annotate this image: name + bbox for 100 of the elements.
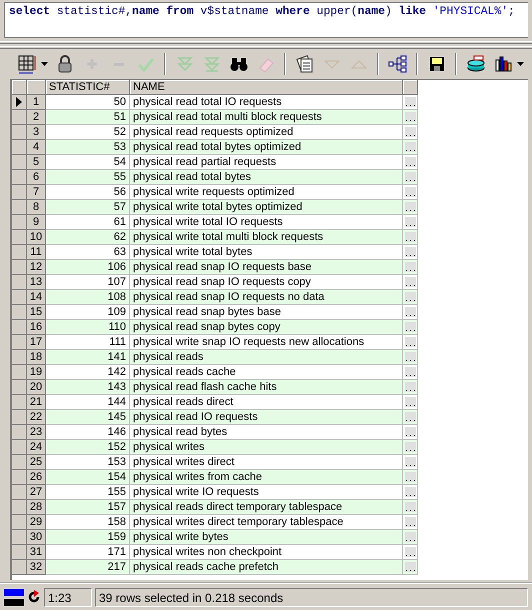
ellipsis-button[interactable] (404, 322, 416, 332)
ellipsis-button[interactable] (404, 112, 416, 122)
table-cell: 51 (46, 110, 130, 125)
row-number: 10 (27, 230, 46, 245)
sql-query: select statistic#,name from v$statname where upper(name) like 'PHYSICAL%'; (9, 6, 516, 18)
row-number: 6 (27, 170, 46, 185)
caret-icon (40, 62, 48, 66)
ellipsis-button[interactable] (404, 382, 416, 392)
table-cell: physical read snap bytes copy (130, 320, 403, 335)
ellipsis-button[interactable] (404, 367, 416, 377)
ellipsis-button[interactable] (404, 562, 416, 572)
ellipsis-button[interactable] (404, 277, 416, 287)
ellipsis-button[interactable] (404, 202, 416, 212)
ellipsis-button[interactable] (404, 232, 416, 242)
table-cell: physical read total bytes (130, 170, 403, 185)
table-cell: physical read snap IO requests base (130, 260, 403, 275)
row-number: 3 (27, 125, 46, 140)
ellipsis-button[interactable] (404, 307, 416, 317)
row-number: 30 (27, 530, 46, 545)
ellipsis-button[interactable] (404, 457, 416, 467)
table-cell: physical writes non checkpoint (130, 545, 403, 560)
row-number: 2 (27, 110, 46, 125)
table-cell: physical write total IO requests (130, 215, 403, 230)
column-header[interactable]: STATISTIC# (46, 80, 130, 95)
table-cell: physical writes direct (130, 455, 403, 470)
ellipsis-button[interactable] (404, 292, 416, 302)
ellipsis-button[interactable] (404, 127, 416, 137)
table-cell: 155 (46, 485, 130, 500)
table-cell: physical read flash cache hits (130, 380, 403, 395)
table-cell: physical write total bytes optimized (130, 200, 403, 215)
table-cell: physical read snap IO requests no data (130, 290, 403, 305)
ellipsis-button[interactable] (404, 427, 416, 437)
table-cell: physical read total IO requests (130, 95, 403, 110)
ellipsis-button[interactable] (404, 502, 416, 512)
row-number: 4 (27, 140, 46, 155)
ellipsis-button[interactable] (404, 142, 416, 152)
table-cell: 107 (46, 275, 130, 290)
row-indicator[interactable] (12, 95, 27, 110)
table-cell: 146 (46, 425, 130, 440)
row-number: 12 (27, 260, 46, 275)
row-number: 7 (27, 185, 46, 200)
ellipsis-button[interactable] (404, 397, 416, 407)
caret-icon (516, 62, 524, 66)
table-cell: 110 (46, 320, 130, 335)
ellipsis-button[interactable] (404, 217, 416, 227)
ellipsis-button[interactable] (404, 517, 416, 527)
table-cell: 217 (46, 560, 130, 575)
row-number: 11 (27, 245, 46, 260)
table-cell: physical reads (130, 350, 403, 365)
column-header[interactable]: NAME (130, 80, 403, 95)
row-number: 31 (27, 545, 46, 560)
table-cell: 157 (46, 500, 130, 515)
table-cell: 61 (46, 215, 130, 230)
row-number: 17 (27, 335, 46, 350)
ellipsis-button[interactable] (404, 442, 416, 452)
table-cell: 106 (46, 260, 130, 275)
row-number: 26 (27, 470, 46, 485)
table-cell: 57 (46, 200, 130, 215)
row-number: 32 (27, 560, 46, 575)
table-cell: physical reads cache (130, 365, 403, 380)
table-cell: 55 (46, 170, 130, 185)
table-cell: 108 (46, 290, 130, 305)
table-cell: 63 (46, 245, 130, 260)
ellipsis-button[interactable] (404, 187, 416, 197)
row-number: 15 (27, 305, 46, 320)
row-number: 8 (27, 200, 46, 215)
status-message: 39 rows selected in 0.218 seconds (95, 588, 528, 606)
ellipsis-button[interactable] (404, 157, 416, 167)
table-cell: physical writes direct temporary tablespace (130, 515, 403, 530)
ellipsis-button[interactable] (404, 412, 416, 422)
table-cell: physical read total bytes optimized (130, 140, 403, 155)
row-number: 1 (27, 95, 46, 110)
sql-editor[interactable]: select statistic#,name from v$statname where upper(name) like 'PHYSICAL%'; (4, 2, 528, 38)
cursor-position: 1:23 (44, 588, 92, 606)
ellipsis-button[interactable] (404, 487, 416, 497)
ellipsis-button[interactable] (404, 472, 416, 482)
table-cell: 50 (46, 95, 130, 110)
ellipsis-button[interactable] (404, 262, 416, 272)
table-cell: 158 (46, 515, 130, 530)
table-cell: physical read total multi block requests (130, 110, 403, 125)
row-number: 22 (27, 410, 46, 425)
row-number: 29 (27, 515, 46, 530)
table-cell: physical read snap bytes base (130, 305, 403, 320)
table-cell: physical reads direct (130, 395, 403, 410)
ellipsis-button[interactable] (404, 337, 416, 347)
ellipsis-button[interactable] (404, 547, 416, 557)
table-cell: 153 (46, 455, 130, 470)
ellipsis-button[interactable] (404, 247, 416, 257)
table-cell: 141 (46, 350, 130, 365)
table-cell: 52 (46, 125, 130, 140)
table-cell: physical writes from cache (130, 470, 403, 485)
table-cell: physical read bytes (130, 425, 403, 440)
ellipsis-button[interactable] (404, 172, 416, 182)
ellipsis-button[interactable] (404, 97, 416, 107)
table-cell: physical read IO requests (130, 410, 403, 425)
ellipsis-button[interactable] (404, 352, 416, 362)
table-cell: physical write bytes (130, 530, 403, 545)
row-number: 23 (27, 425, 46, 440)
table-cell: physical reads direct temporary tablespace (130, 500, 403, 515)
ellipsis-button[interactable] (404, 532, 416, 542)
